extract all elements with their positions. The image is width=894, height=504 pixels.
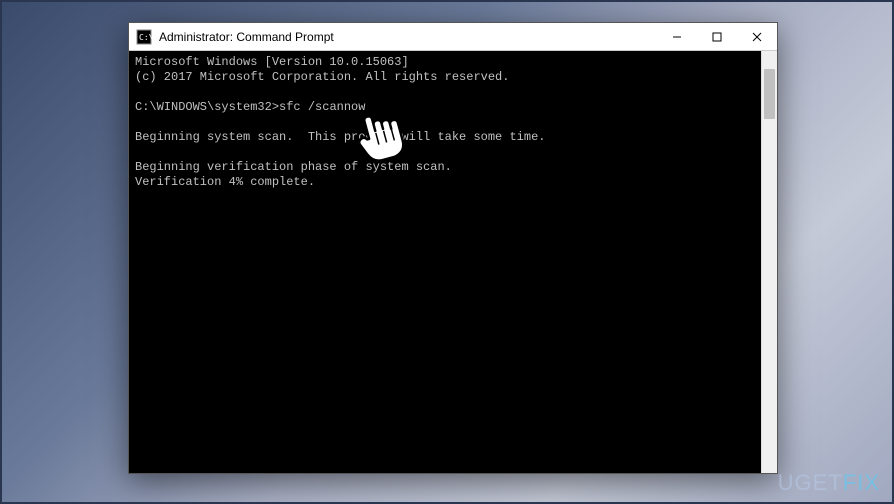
output-line: (c) 2017 Microsoft Corporation. All righ…: [135, 70, 509, 84]
window-controls: [657, 23, 777, 50]
cmd-icon: C:\: [135, 28, 153, 46]
watermark-text: UG: [778, 470, 813, 495]
output-line: Microsoft Windows [Version 10.0.15063]: [135, 55, 409, 69]
scrollbar-thumb[interactable]: [764, 69, 775, 119]
output-line: Verification 4% complete.: [135, 175, 315, 189]
watermark-text: T: [828, 470, 842, 495]
command-prompt-window: C:\ Administrator: Command Prompt Micros…: [128, 22, 778, 474]
close-button[interactable]: [737, 23, 777, 50]
watermark-text: FIX: [843, 470, 880, 495]
output-line: Beginning verification phase of system s…: [135, 160, 452, 174]
watermark-text: E: [813, 470, 829, 495]
terminal-output[interactable]: Microsoft Windows [Version 10.0.15063] (…: [129, 51, 761, 473]
terminal-container: Microsoft Windows [Version 10.0.15063] (…: [129, 51, 777, 473]
svg-text:C:\: C:\: [139, 33, 152, 42]
command-input: sfc /scannow: [279, 100, 365, 114]
minimize-button[interactable]: [657, 23, 697, 50]
maximize-button[interactable]: [697, 23, 737, 50]
vertical-scrollbar[interactable]: [761, 51, 777, 473]
prompt: C:\WINDOWS\system32>: [135, 100, 279, 114]
window-title: Administrator: Command Prompt: [153, 30, 657, 44]
titlebar[interactable]: C:\ Administrator: Command Prompt: [129, 23, 777, 51]
output-line: Beginning system scan. This process will…: [135, 130, 545, 144]
watermark-logo: UGETFIX: [778, 470, 880, 496]
